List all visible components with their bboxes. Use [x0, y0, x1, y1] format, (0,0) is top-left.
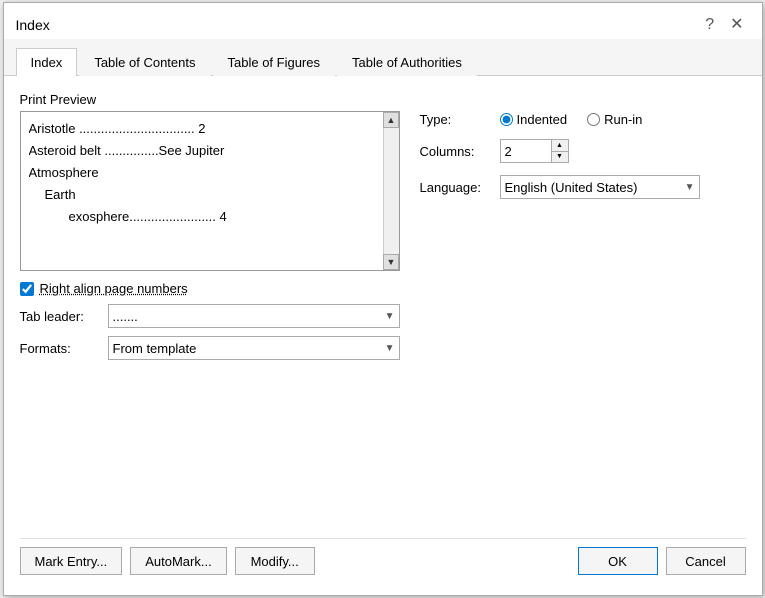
left-panel: Print Preview Aristotle ................… — [20, 92, 400, 526]
tab-index[interactable]: Index — [16, 48, 78, 76]
right-panel: Type: Indented Run-in Columns: — [420, 92, 746, 526]
language-row: Language: English (United States) ▼ — [420, 175, 746, 199]
tab-tof[interactable]: Table of Figures — [213, 48, 336, 76]
formats-label: Formats: — [20, 341, 100, 356]
columns-row: Columns: ▲ ▼ — [420, 139, 746, 163]
form-rows: Tab leader: ....... ▼ Formats: From temp… — [20, 304, 400, 360]
formats-dropdown[interactable]: From template ▼ — [108, 336, 400, 360]
tab-toc[interactable]: Table of Contents — [79, 48, 210, 76]
automark-button[interactable]: AutoMark... — [130, 547, 226, 575]
tab-leader-row: Tab leader: ....... ▼ — [20, 304, 400, 328]
right-bottom-buttons: OK Cancel — [578, 547, 746, 575]
title-bar-left: Index — [16, 17, 50, 33]
title-bar-controls: ? ✕ — [699, 15, 749, 35]
tabs-bar: Index Table of Contents Table of Figures… — [4, 39, 762, 76]
tab-toa[interactable]: Table of Authorities — [337, 48, 477, 76]
dialog-title: Index — [16, 17, 50, 33]
preview-line-1: Aristotle ..............................… — [29, 118, 391, 140]
language-value: English (United States) — [505, 180, 638, 195]
type-radio-group: Indented Run-in — [500, 112, 643, 127]
scroll-down-button[interactable]: ▼ — [383, 254, 399, 270]
tab-leader-label: Tab leader: — [20, 309, 100, 324]
language-label: Language: — [420, 180, 490, 195]
right-align-checkbox-row: Right align page numbers — [20, 281, 400, 296]
modify-button[interactable]: Modify... — [235, 547, 315, 575]
tab-leader-arrow-icon: ▼ — [385, 311, 395, 322]
preview-line-4: Earth — [45, 184, 391, 206]
tab-leader-value: ....... — [113, 309, 138, 324]
indented-option[interactable]: Indented — [500, 112, 568, 127]
indented-radio[interactable] — [500, 113, 513, 126]
preview-line-3: Atmosphere — [29, 162, 391, 184]
run-in-radio[interactable] — [587, 113, 600, 126]
scrollbar: ▲ ▼ — [383, 112, 399, 270]
index-dialog: Index ? ✕ Index Table of Contents Table … — [3, 2, 763, 596]
right-align-label[interactable]: Right align page numbers — [40, 281, 188, 296]
left-bottom-buttons: Mark Entry... AutoMark... Modify... — [20, 547, 315, 575]
help-button[interactable]: ? — [699, 15, 720, 35]
cancel-button[interactable]: Cancel — [666, 547, 746, 575]
right-align-checkbox[interactable] — [20, 282, 34, 296]
bottom-buttons: Mark Entry... AutoMark... Modify... OK C… — [20, 538, 746, 579]
run-in-option[interactable]: Run-in — [587, 112, 642, 127]
ok-button[interactable]: OK — [578, 547, 658, 575]
formats-value: From template — [113, 341, 197, 356]
columns-input[interactable] — [501, 140, 551, 162]
title-bar: Index ? ✕ — [4, 3, 762, 39]
formats-arrow-icon: ▼ — [385, 343, 395, 354]
type-row: Type: Indented Run-in — [420, 112, 746, 127]
type-label: Type: — [420, 112, 490, 127]
scroll-up-button[interactable]: ▲ — [383, 112, 399, 128]
tab-leader-dropdown[interactable]: ....... ▼ — [108, 304, 400, 328]
top-section: Print Preview Aristotle ................… — [20, 92, 746, 526]
preview-content: Aristotle ..............................… — [21, 112, 399, 234]
preview-line-5: exosphere........................ 4 — [69, 206, 391, 228]
language-dropdown[interactable]: English (United States) ▼ — [500, 175, 700, 199]
close-button[interactable]: ✕ — [724, 15, 749, 35]
columns-label: Columns: — [420, 144, 490, 159]
indented-label: Indented — [517, 112, 568, 127]
spinner-down-button[interactable]: ▼ — [552, 151, 568, 163]
spinner-buttons: ▲ ▼ — [551, 140, 568, 162]
preview-box: Aristotle ..............................… — [20, 111, 400, 271]
dialog-body: Print Preview Aristotle ................… — [4, 76, 762, 595]
preview-line-2: Asteroid belt ...............See Jupiter — [29, 140, 391, 162]
columns-input-group: ▲ ▼ — [500, 139, 569, 163]
language-arrow-icon: ▼ — [685, 182, 695, 193]
formats-row: Formats: From template ▼ — [20, 336, 400, 360]
spinner-up-button[interactable]: ▲ — [552, 140, 568, 151]
mark-entry-button[interactable]: Mark Entry... — [20, 547, 123, 575]
scroll-track — [384, 128, 399, 254]
print-preview-label: Print Preview — [20, 92, 400, 107]
run-in-label: Run-in — [604, 112, 642, 127]
